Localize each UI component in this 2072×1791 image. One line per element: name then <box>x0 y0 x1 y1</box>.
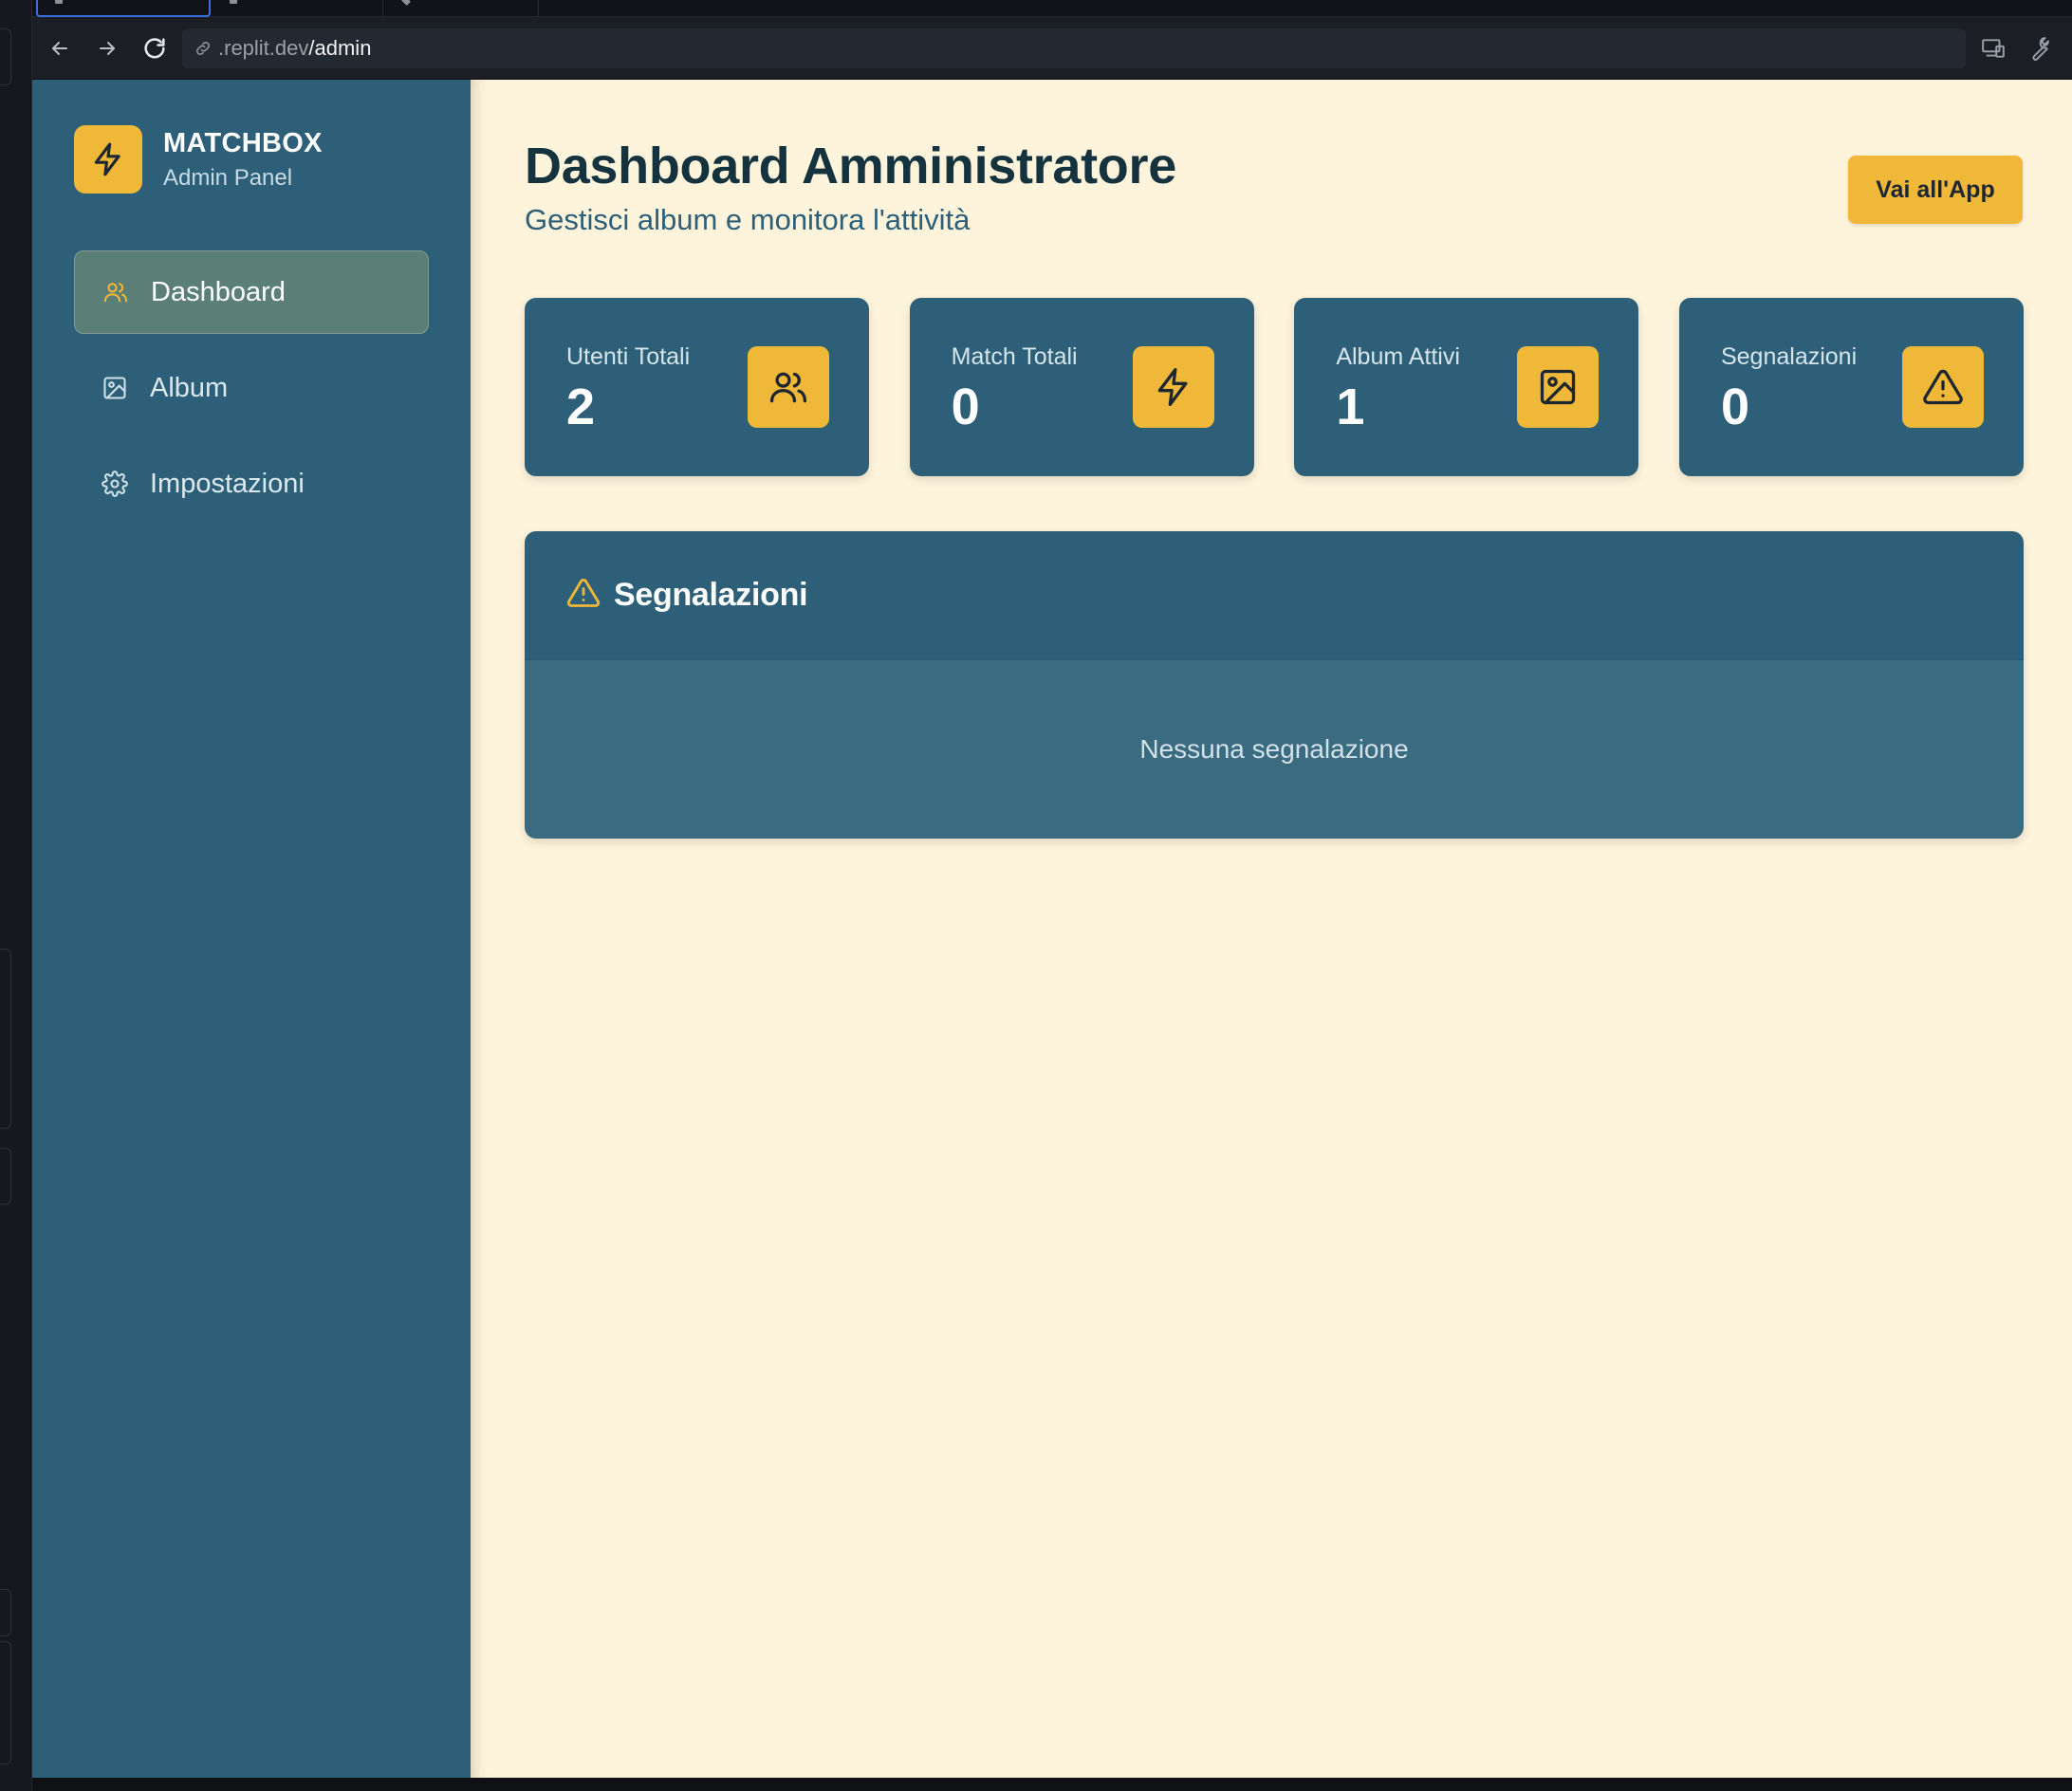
side-panel-edge <box>0 1148 11 1205</box>
forward-button[interactable] <box>89 30 125 66</box>
warning-icon <box>566 576 601 615</box>
page-subtitle: Gestisci album e monitora l'attività <box>525 203 971 236</box>
sidebar-item-impostazioni[interactable]: Impostazioni <box>74 442 429 526</box>
stat-label: Segnalazioni <box>1720 343 1858 370</box>
open-external-button[interactable] <box>2066 32 2072 65</box>
browser-tab[interactable] <box>385 0 539 17</box>
reports-header: Segnalazioni <box>525 531 2024 660</box>
page-title: Dashboard Amministratore <box>525 138 1176 194</box>
empty-state-text: Nessuna segnalazione <box>1139 734 1409 764</box>
url-field[interactable]: .replit.dev/admin <box>182 28 1966 68</box>
arrow-left-icon <box>52 42 67 55</box>
stat-value: 1 <box>1336 379 1365 435</box>
reports-panel: Segnalazioni Nessuna segnalazione <box>525 531 2024 839</box>
lightning-icon <box>1132 346 1214 428</box>
warning-icon <box>1901 346 1984 428</box>
stat-card-reports: Segnalazioni 0 <box>1678 298 2024 476</box>
image-icon <box>1517 346 1600 428</box>
sidebar-item-dashboard[interactable]: Dashboard <box>74 250 429 334</box>
stat-label: Album Attivi <box>1336 343 1460 370</box>
reports-empty-state: Nessuna segnalazione <box>525 660 2024 839</box>
browser-tab-active[interactable] <box>36 0 211 17</box>
url-path: /admin <box>308 36 372 60</box>
users-icon <box>102 278 130 306</box>
main-content: Dashboard Amministratore Gestisci album … <box>471 80 2072 1778</box>
editor-side-strip <box>0 0 32 1791</box>
sidebar-nav: Dashboard Album Impostazioni <box>74 250 429 538</box>
bottom-edge <box>32 1778 2072 1791</box>
stat-card-users: Utenti Totali 2 <box>525 298 869 476</box>
side-panel-edge <box>0 1589 11 1636</box>
reload-button[interactable] <box>137 30 173 66</box>
lightning-icon <box>94 142 120 176</box>
url-host: .replit.dev <box>218 36 309 60</box>
stats-row: Utenti Totali 2 Match Totali 0 Album Att… <box>525 298 2024 476</box>
stat-label: Match Totali <box>951 343 1078 370</box>
brand-logo <box>74 125 142 194</box>
admin-app: MATCHBOX Admin Panel Dashboard Album Imp… <box>32 80 2072 1778</box>
wrench-icon <box>2032 37 2049 61</box>
stat-card-albums: Album Attivi 1 <box>1294 298 1639 476</box>
device-preview-button[interactable] <box>1977 32 2009 65</box>
sidebar-item-album[interactable]: Album <box>74 346 429 430</box>
browser-tab-strip <box>32 0 2072 17</box>
stat-card-matches: Match Totali 0 <box>909 298 1254 476</box>
tab-favicon-icon <box>55 0 63 4</box>
sidebar: MATCHBOX Admin Panel Dashboard Album Imp… <box>32 80 471 1778</box>
browser-address-bar: .replit.dev/admin <box>32 17 2072 80</box>
devices-icon <box>1982 39 2005 58</box>
image-icon <box>101 374 129 402</box>
tab-favicon-icon <box>230 0 237 4</box>
go-to-app-button[interactable]: Vai all'App <box>1848 156 2023 224</box>
reload-icon <box>144 38 165 59</box>
brand-name: MATCHBOX <box>163 127 323 158</box>
users-icon <box>748 346 829 428</box>
gear-icon <box>101 470 129 498</box>
brand-subtitle: Admin Panel <box>163 164 293 191</box>
back-button[interactable] <box>42 30 78 66</box>
sidebar-item-label: Dashboard <box>151 276 286 307</box>
link-icon <box>194 39 213 58</box>
stat-value: 0 <box>951 379 980 435</box>
browser-tab[interactable] <box>213 0 383 17</box>
sidebar-item-label: Album <box>150 372 229 403</box>
stat-value: 0 <box>1720 379 1750 435</box>
side-tab-handle[interactable] <box>0 28 11 85</box>
stat-label: Utenti Totali <box>566 343 691 370</box>
brand: MATCHBOX Admin Panel <box>74 125 323 194</box>
arrow-right-icon <box>100 42 115 55</box>
side-panel-edge <box>0 1641 11 1764</box>
sidebar-item-label: Impostazioni <box>150 468 305 499</box>
side-panel-edge <box>0 949 11 1129</box>
tab-favicon-icon <box>401 0 411 6</box>
stat-value: 2 <box>566 379 596 435</box>
reports-title: Segnalazioni <box>614 577 808 613</box>
devtools-button[interactable] <box>2022 32 2054 65</box>
